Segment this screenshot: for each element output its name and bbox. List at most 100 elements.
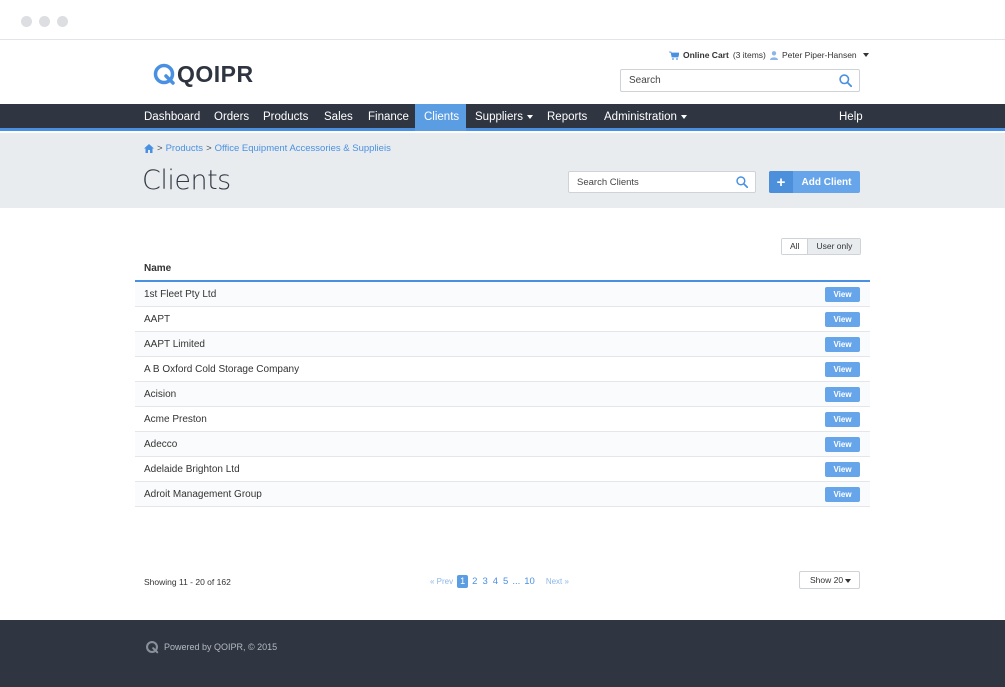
nav-products[interactable]: Products: [254, 104, 317, 131]
logo[interactable]: QOIPR: [152, 60, 254, 87]
view-button[interactable]: View: [825, 361, 860, 377]
nav-label: Suppliers: [475, 111, 523, 123]
client-name: Acme Preston: [144, 413, 207, 425]
user-name: Peter Piper-Hansen: [782, 50, 857, 60]
nav-clients[interactable]: Clients: [415, 104, 466, 131]
user-menu[interactable]: Peter Piper-Hansen: [770, 50, 869, 60]
add-client-button[interactable]: + Add Client: [769, 171, 860, 193]
home-icon[interactable]: [144, 144, 154, 153]
table-row: Acme Preston View: [135, 407, 870, 432]
client-name: Adecco: [144, 438, 178, 450]
client-name: A B Oxford Cold Storage Company: [144, 363, 300, 375]
global-search: [620, 69, 860, 92]
cart-icon: [669, 51, 679, 60]
window-chrome: [0, 0, 1005, 40]
table-row: AAPT Limited View: [135, 332, 870, 357]
nav-label: Finance: [368, 111, 409, 123]
window-minimize-dot[interactable]: [39, 16, 50, 27]
table-body: 1st Fleet Pty Ltd View AAPT View AAPT Limite…: [135, 282, 870, 507]
add-client-label: Add Client: [801, 176, 852, 188]
filter-user-only[interactable]: User only: [808, 239, 861, 254]
plus-icon: +: [769, 171, 793, 193]
client-name: Adroit Management Group: [144, 488, 262, 500]
search-icon[interactable]: [839, 74, 852, 87]
table-row: Adecco View: [135, 432, 870, 457]
table-row: AAPT View: [135, 307, 870, 332]
chevron-down-icon: [845, 579, 851, 583]
footer-text: Powered by QOIPR, © 2015: [164, 642, 278, 652]
user-icon: [770, 50, 778, 60]
client-name: Adelaide Brighton Ltd: [144, 463, 240, 475]
breadcrumb-separator: >: [206, 143, 212, 154]
client-name: Acision: [144, 388, 177, 400]
page-size-value: Show 20: [810, 575, 844, 585]
page-link-current[interactable]: 1: [457, 575, 469, 588]
table-row: A B Oxford Cold Storage Company View: [135, 357, 870, 382]
page-footer: Powered by QOIPR, © 2015: [0, 620, 1005, 687]
nav-reports[interactable]: Reports: [538, 104, 596, 131]
page-link-last[interactable]: 10: [523, 576, 536, 587]
view-button[interactable]: View: [825, 286, 860, 302]
view-button[interactable]: View: [825, 461, 860, 477]
cart-label: Online Cart: [683, 50, 729, 60]
view-button[interactable]: View: [825, 436, 860, 452]
page-header: > Products > Office Equipment Accessorie…: [0, 133, 1005, 208]
filter-all[interactable]: All: [782, 239, 809, 254]
view-button[interactable]: View: [825, 411, 860, 427]
page-link[interactable]: 3: [481, 576, 488, 587]
breadcrumb: > Products > Office Equipment Accessorie…: [144, 143, 391, 154]
nav-label: Orders: [214, 111, 250, 123]
logo-q-icon: [153, 63, 175, 85]
chevron-down-icon: [680, 114, 687, 119]
footer-logo-icon: [146, 641, 159, 654]
showing-count: Showing 11 - 20 of 162: [144, 577, 231, 587]
page-link[interactable]: 2: [471, 576, 478, 587]
main-nav: Dashboard Orders Products Sales Finance …: [0, 104, 1005, 131]
nav-dashboard[interactable]: Dashboard: [135, 104, 209, 131]
page-title: Clients: [142, 165, 231, 196]
nav-label: Products: [263, 111, 309, 123]
prev-page-link[interactable]: « Prev: [429, 577, 454, 586]
table-row: Acision View: [135, 382, 870, 407]
app-header: QOIPR Online Cart (3 items) Peter Piper-…: [0, 41, 1005, 104]
nav-label: Reports: [547, 111, 588, 123]
page-link[interactable]: 4: [492, 576, 499, 587]
nav-label: Help: [839, 111, 863, 123]
nav-administration[interactable]: Administration: [595, 104, 696, 131]
view-button[interactable]: View: [825, 486, 860, 502]
nav-orders[interactable]: Orders: [205, 104, 258, 131]
view-button[interactable]: View: [825, 336, 860, 352]
page-size-select[interactable]: Show 20: [799, 571, 860, 589]
logo-text: QOIPR: [177, 60, 254, 87]
breadcrumb-products[interactable]: Products: [166, 143, 204, 154]
next-page-link[interactable]: Next »: [545, 577, 570, 586]
client-name: AAPT Limited: [144, 338, 205, 350]
pagination-ellipsis: ...: [512, 576, 521, 587]
nav-suppliers[interactable]: Suppliers: [466, 104, 542, 131]
online-cart[interactable]: Online Cart (3 items): [669, 50, 766, 60]
nav-help[interactable]: Help: [830, 104, 872, 131]
client-name: AAPT: [144, 313, 171, 325]
cart-count: (3 items): [732, 50, 766, 60]
client-search-input[interactable]: [569, 172, 719, 193]
global-search-input[interactable]: [621, 70, 821, 91]
client-filter-toggle: All User only: [781, 238, 862, 255]
search-icon[interactable]: [736, 176, 748, 188]
view-button[interactable]: View: [825, 311, 860, 327]
page-link[interactable]: 5: [502, 576, 509, 587]
window-close-dot[interactable]: [21, 16, 32, 27]
nav-sales[interactable]: Sales: [315, 104, 362, 131]
chevron-down-icon: [526, 114, 533, 119]
nav-label: Clients: [424, 111, 460, 123]
nav-label: Dashboard: [144, 111, 201, 123]
nav-label: Sales: [324, 111, 353, 123]
window-maximize-dot[interactable]: [57, 16, 68, 27]
client-name: 1st Fleet Pty Ltd: [144, 288, 217, 300]
pagination: « Prev 1 2 3 4 5 ... 10 Next »: [429, 575, 570, 588]
breadcrumb-category[interactable]: Office Equipment Accessories & Supplieis: [215, 143, 391, 154]
view-button[interactable]: View: [825, 386, 860, 402]
breadcrumb-separator: >: [157, 143, 163, 154]
nav-finance[interactable]: Finance: [359, 104, 418, 131]
column-header-name[interactable]: Name: [135, 261, 870, 282]
table-row: 1st Fleet Pty Ltd View: [135, 282, 870, 307]
